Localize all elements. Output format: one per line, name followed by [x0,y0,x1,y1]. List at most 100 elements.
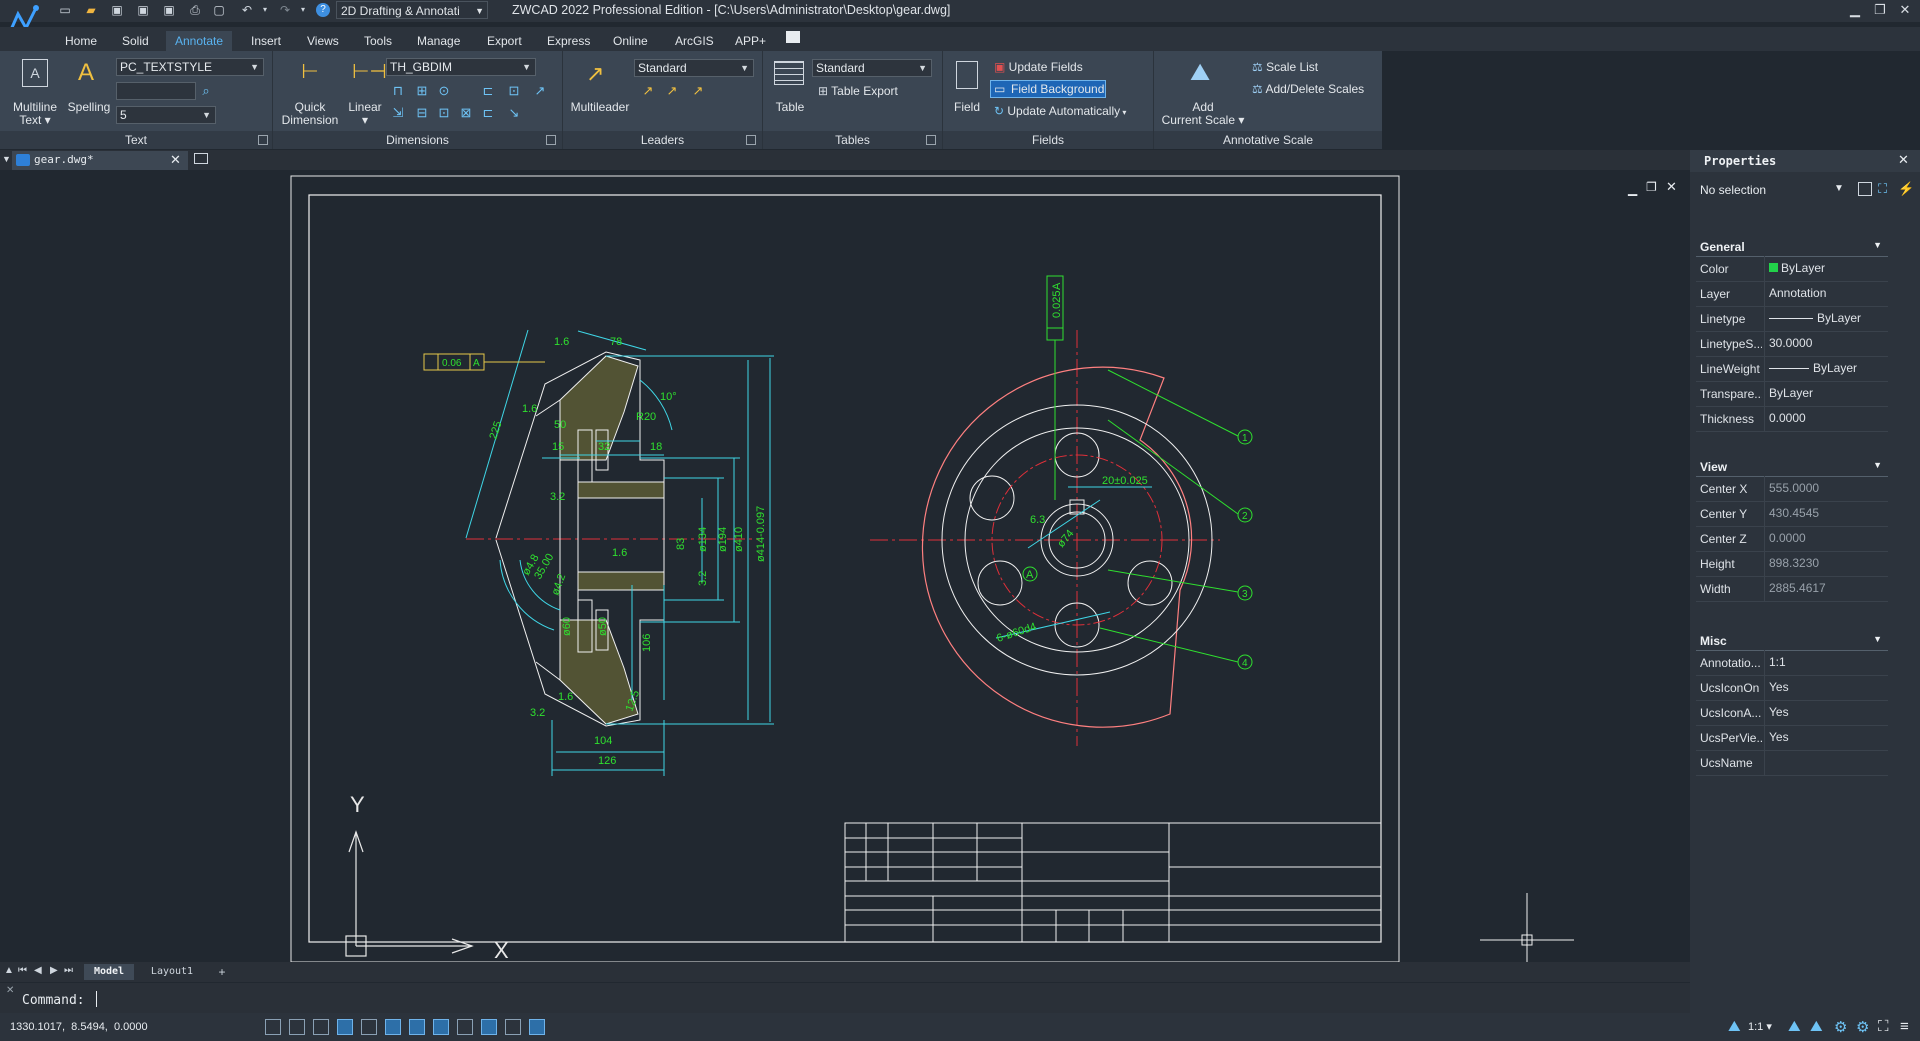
add-current-scale-button[interactable]: ⛰ Add Current Scale ▾ [1158,57,1248,127]
otrack-icon[interactable] [385,1019,401,1035]
close-icon[interactable]: ✕ [1898,152,1909,168]
customize-icon[interactable]: ≡ [1900,1018,1909,1035]
tab-online[interactable]: Online [604,31,657,51]
inspect-icon[interactable]: ⊠ [458,106,474,120]
settings-icon[interactable]: ⚙ [1856,1018,1869,1036]
saveas-icon[interactable]: ▣ [136,3,150,17]
property-row[interactable]: Layer Annotation [1696,281,1888,307]
property-row[interactable]: Transpare... ByLayer [1696,381,1888,407]
update-automatically-button[interactable]: ↻ Update Automatically ▾ [994,104,1126,120]
tab-solid[interactable]: Solid [113,31,158,51]
dim-edit-icon[interactable]: ⇲ [390,106,406,120]
drawing-canvas[interactable]: Y X 0.06 A 78 1.6 10° R20 1.6 225 50 18 … [0,170,1690,962]
remove-leader-icon[interactable]: ↗ [664,84,680,98]
close-icon[interactable]: ✕ [6,985,14,996]
prop-value[interactable]: ByLayer [1764,256,1889,281]
close-icon[interactable]: ✕ [1896,2,1914,18]
grid-icon[interactable] [289,1019,305,1035]
new-tab-icon[interactable] [194,153,208,164]
annotation-scale-value[interactable]: 1:1 ▾ [1748,1020,1772,1033]
saveall-icon[interactable]: ▣ [162,3,176,17]
tab-manage[interactable]: Manage [408,31,469,51]
dim-override-icon[interactable]: ↘ [506,106,522,120]
tables-panel-launcher-icon[interactable] [926,135,936,145]
dim-space-icon[interactable]: ⊞ [414,84,430,98]
layout-first-icon[interactable]: ⏮ [18,965,27,976]
table-export-button[interactable]: ⊞ Table Export [818,84,898,100]
viewport-minimize-icon[interactable]: ▁ [1628,182,1637,196]
section-misc[interactable]: Misc ▼ [1696,632,1888,651]
table-button[interactable]: Table [766,57,814,127]
add-leader-icon[interactable]: ↗ [640,84,656,98]
update-fields-button[interactable]: ▣ Update Fields [994,60,1083,76]
dim-update-icon[interactable]: ⊏ [480,106,496,120]
linear-dimension-button[interactable]: ⊢⊣ Linear ▾ [344,57,387,127]
find-text-icon[interactable]: ⌕ [198,84,214,98]
tab-layout1[interactable]: Layout1 [140,964,204,980]
arc-dim-icon[interactable]: ⊏ [480,84,496,98]
quick-dimension-button[interactable]: ⊢ Quick Dimension [278,57,342,127]
quick-select-icon[interactable]: ⚡ [1898,182,1914,196]
table-style-select[interactable]: Standard ▼ [812,59,932,77]
property-row[interactable]: UcsIconA... Yes [1696,700,1888,726]
new-icon[interactable]: ▭ [58,3,72,17]
text-search-input[interactable] [116,82,196,100]
selection-cycling-icon[interactable] [505,1019,521,1035]
tolerance-icon[interactable]: ⊡ [436,106,452,120]
layout-last-icon[interactable]: ⏭ [64,965,73,976]
doc-list-icon[interactable]: ▼ [2,154,11,164]
property-row[interactable]: UcsIconOn Yes [1696,675,1888,701]
tab-model[interactable]: Model [84,964,134,980]
annotation-visibility-icon[interactable]: ⛰ [1788,1018,1801,1035]
prop-value[interactable]: Yes [1764,725,1889,750]
property-row[interactable]: Center Z 0.0000 [1696,526,1888,552]
select-objects-icon[interactable]: ⛶ [1878,182,1892,196]
open-icon[interactable]: ▰ [84,3,98,17]
close-icon[interactable]: ✕ [170,152,181,168]
text-panel-launcher-icon[interactable] [258,135,268,145]
osnap-icon[interactable] [361,1019,377,1035]
minimize-icon[interactable]: ▁ [1846,2,1864,18]
lineweight-icon[interactable] [457,1019,473,1035]
tab-express[interactable]: Express [538,31,599,51]
text-height-select[interactable]: 5 ▼ [116,106,216,124]
fullscreen-icon[interactable]: ⛶ [1878,1018,1889,1035]
oblique-dim-icon[interactable]: ↗ [532,84,548,98]
property-row[interactable]: LineWeight ByLayer [1696,356,1888,382]
section-view[interactable]: View ▼ [1696,458,1888,477]
text-style-select[interactable]: PC_TEXTSTYLE ▼ [116,58,264,76]
snap-icon[interactable] [265,1019,281,1035]
prop-value[interactable] [1764,750,1889,775]
tab-views[interactable]: Views [298,31,348,51]
ribbon-minimize-icon[interactable] [786,31,800,43]
property-row[interactable]: Annotatio... 1:1 [1696,650,1888,676]
jogged-dim-icon[interactable]: ⊟ [414,106,430,120]
add-layout-button[interactable]: + [210,964,234,980]
dim-break-icon[interactable]: ⊡ [506,84,522,98]
ducs-icon[interactable] [433,1019,449,1035]
document-tab[interactable]: gear.dwg* ✕ [12,151,188,170]
multiline-text-button[interactable]: A Multiline Text ▾ [6,57,64,127]
leader-style-select[interactable]: Standard ▼ [634,59,754,77]
tab-insert[interactable]: Insert [242,31,290,51]
undo-icon[interactable]: ↶ [240,3,254,17]
viewport-restore-icon[interactable]: ❐ [1646,180,1657,194]
drawing-svg[interactable]: Y X 0.06 A 78 1.6 10° R20 1.6 225 50 18 … [0,170,1690,962]
tab-home[interactable]: Home [56,31,106,51]
redo-icon[interactable]: ↷ [278,3,292,17]
prop-value[interactable]: ByLayer [1764,306,1889,331]
property-row[interactable]: Color ByLayer [1696,256,1888,282]
quick-properties-icon[interactable] [529,1019,545,1035]
dim-style-select[interactable]: TH_GBDIM ▼ [386,58,536,76]
prop-value[interactable]: 1:1 [1764,650,1889,675]
annotation-scale-icon[interactable]: ⛰ [1728,1018,1741,1035]
print-icon[interactable]: ⎙ [188,3,202,17]
property-row[interactable]: Center X 555.0000 [1696,476,1888,502]
field-button[interactable]: Field [946,57,988,127]
property-row[interactable]: Linetype ByLayer [1696,306,1888,332]
help-icon[interactable]: ? [316,3,330,17]
leaders-panel-launcher-icon[interactable] [746,135,756,145]
command-line[interactable]: ✕ Command: [0,983,1690,1013]
multileader-button[interactable]: ↗ Multileader [566,57,634,127]
tab-arcgis[interactable]: ArcGIS [666,31,723,51]
